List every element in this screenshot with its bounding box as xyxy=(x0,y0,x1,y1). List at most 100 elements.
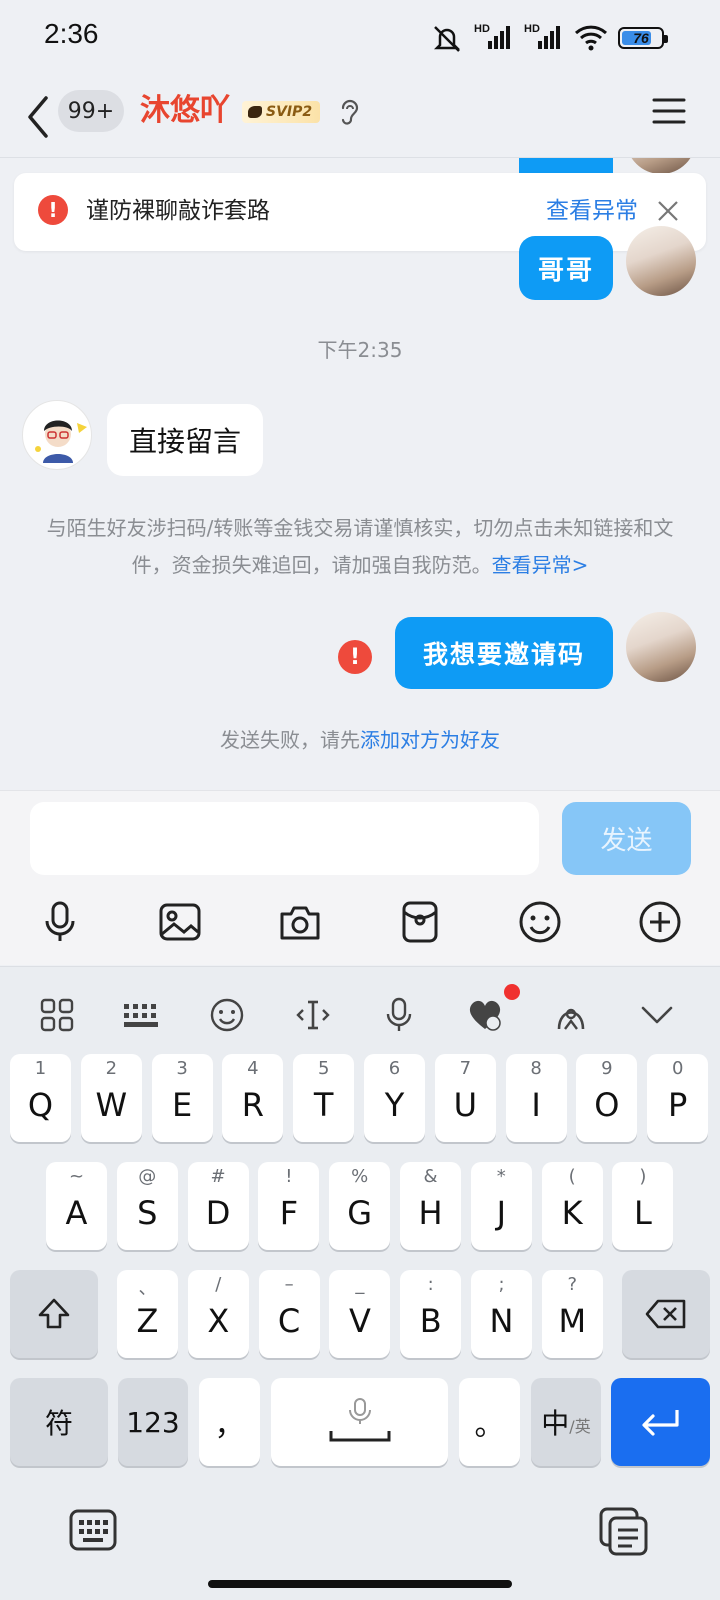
apps-grid-icon[interactable] xyxy=(32,990,82,1040)
svip-badge[interactable]: SVIP2 xyxy=(242,101,321,123)
outgoing-message-bubble[interactable]: 我想要邀请码 xyxy=(395,617,613,689)
key-t[interactable]: 5T xyxy=(293,1054,355,1142)
key-o[interactable]: 9O xyxy=(576,1054,638,1142)
key-k[interactable]: (K xyxy=(541,1162,603,1250)
key-label: S xyxy=(137,1194,158,1232)
key-secondary-label: % xyxy=(351,1166,369,1187)
key-u[interactable]: 7U xyxy=(434,1054,496,1142)
battery-level: 76 xyxy=(633,30,649,46)
key-x[interactable]: / X xyxy=(187,1270,249,1358)
safety-tip-link[interactable]: 查看异常> xyxy=(492,553,589,577)
my-avatar[interactable] xyxy=(626,226,696,296)
red-packet-icon[interactable] xyxy=(392,894,448,950)
key-e[interactable]: 3E xyxy=(151,1054,213,1142)
key-w[interactable]: 2W xyxy=(80,1054,142,1142)
close-icon[interactable] xyxy=(656,199,680,223)
keyboard-emoji-icon[interactable] xyxy=(202,990,252,1040)
key-secondary-label: / xyxy=(215,1274,222,1295)
key-q[interactable]: 1Q xyxy=(10,1054,71,1142)
incoming-message-bubble[interactable]: 直接留言 xyxy=(107,404,263,476)
key-label: N xyxy=(489,1302,514,1340)
shift-key[interactable] xyxy=(10,1270,98,1358)
key-secondary-label: ! xyxy=(285,1166,293,1187)
key-v[interactable]: _ V xyxy=(329,1270,391,1358)
cursor-move-icon[interactable] xyxy=(288,990,338,1040)
alert-icon: ! xyxy=(38,195,68,225)
camera-icon[interactable] xyxy=(272,894,328,950)
key-h[interactable]: & H xyxy=(400,1162,461,1250)
shift-icon xyxy=(38,1298,70,1329)
key-n[interactable]: ; N xyxy=(471,1270,532,1358)
skin-theme-icon[interactable] xyxy=(546,990,596,1040)
key-m[interactable]: ? M xyxy=(541,1270,603,1358)
contact-name[interactable]: 沐悠吖 xyxy=(140,90,230,132)
key-secondary-label: ~ xyxy=(68,1166,85,1187)
previous-message-bubble xyxy=(519,158,613,174)
my-avatar[interactable] xyxy=(626,612,696,682)
language-toggle-key[interactable]: 中/英 xyxy=(531,1378,601,1466)
send-failed-icon[interactable]: ! xyxy=(338,640,372,674)
mute-icon xyxy=(433,26,461,52)
view-anomaly-link[interactable]: 查看异常 xyxy=(546,195,638,227)
key-label: F xyxy=(279,1194,299,1232)
key-z[interactable]: 、 Z xyxy=(117,1270,178,1358)
comma-key[interactable]: ， xyxy=(199,1378,260,1466)
ear-icon[interactable] xyxy=(338,98,360,126)
keyboard-voice-icon[interactable] xyxy=(374,990,424,1040)
key-secondary-label: 3 xyxy=(176,1058,188,1079)
key-r[interactable]: 4R xyxy=(222,1054,284,1142)
key-s[interactable]: @ S xyxy=(116,1162,178,1250)
key-a[interactable]: ~ A xyxy=(46,1162,107,1250)
contact-avatar-image xyxy=(35,420,87,463)
send-button[interactable]: 发送 xyxy=(562,802,691,875)
key-f[interactable]: ! F xyxy=(258,1162,320,1250)
key-j[interactable]: * J xyxy=(470,1162,532,1250)
period-key[interactable]: 。 xyxy=(459,1378,520,1466)
key-i[interactable]: 8I xyxy=(505,1054,567,1142)
key-secondary-label: & xyxy=(423,1166,438,1187)
key-p[interactable]: 0P xyxy=(647,1054,709,1142)
image-icon[interactable] xyxy=(152,894,208,950)
key-label: G xyxy=(347,1194,373,1232)
key-secondary-label: _ xyxy=(355,1274,365,1295)
key-y[interactable]: 6Y xyxy=(364,1054,425,1142)
switch-keyboard-icon[interactable] xyxy=(68,1508,118,1556)
ai-heart-icon[interactable] xyxy=(460,990,510,1040)
key-c[interactable]: – C xyxy=(258,1270,320,1358)
space-key[interactable] xyxy=(271,1378,448,1466)
key-label: B xyxy=(419,1302,442,1340)
unread-count-badge[interactable]: 99+ xyxy=(58,90,124,132)
signal-icon-2: HD xyxy=(524,23,564,53)
message-input[interactable] xyxy=(30,802,539,875)
symbols-key[interactable]: 符 xyxy=(10,1378,108,1466)
warning-text: 谨防裸聊敲诈套路 xyxy=(86,198,270,224)
plus-icon[interactable] xyxy=(632,894,688,950)
contact-avatar[interactable] xyxy=(22,400,92,470)
key-label: P xyxy=(668,1086,688,1124)
key-g[interactable]: % G xyxy=(329,1162,391,1250)
send-failed-text: 发送失败，请先 xyxy=(220,728,360,752)
add-friend-link[interactable]: 添加对方为好友 xyxy=(360,728,500,752)
key-secondary-label: : xyxy=(427,1274,434,1295)
collapse-keyboard-icon[interactable] xyxy=(632,990,682,1040)
safety-tip: 与陌生好友涉扫码/转账等金钱交易请谨慎核实，切勿点击未知链接和文件，资金损失难追… xyxy=(46,510,674,584)
back-button[interactable] xyxy=(20,92,56,142)
emoji-icon[interactable] xyxy=(512,894,568,950)
key-label: O xyxy=(594,1086,620,1124)
voice-input-icon[interactable] xyxy=(32,894,88,950)
key-label: A xyxy=(65,1194,88,1232)
key-d[interactable]: # D xyxy=(187,1162,249,1250)
key-label: 符 xyxy=(44,1407,73,1440)
menu-icon[interactable] xyxy=(652,96,686,126)
home-indicator[interactable] xyxy=(208,1580,512,1588)
outgoing-message-bubble[interactable]: 哥哥 xyxy=(519,236,613,300)
keyboard-layout-icon[interactable] xyxy=(116,990,166,1040)
clipboard-icon[interactable] xyxy=(598,1506,650,1560)
key-label: U xyxy=(453,1086,477,1124)
key-l[interactable]: ) L xyxy=(612,1162,674,1250)
key-secondary-label: * xyxy=(496,1166,506,1187)
numbers-key[interactable]: 123 xyxy=(118,1378,188,1466)
enter-key[interactable] xyxy=(611,1378,710,1466)
backspace-key[interactable] xyxy=(622,1270,710,1358)
key-b[interactable]: :B xyxy=(400,1270,462,1358)
